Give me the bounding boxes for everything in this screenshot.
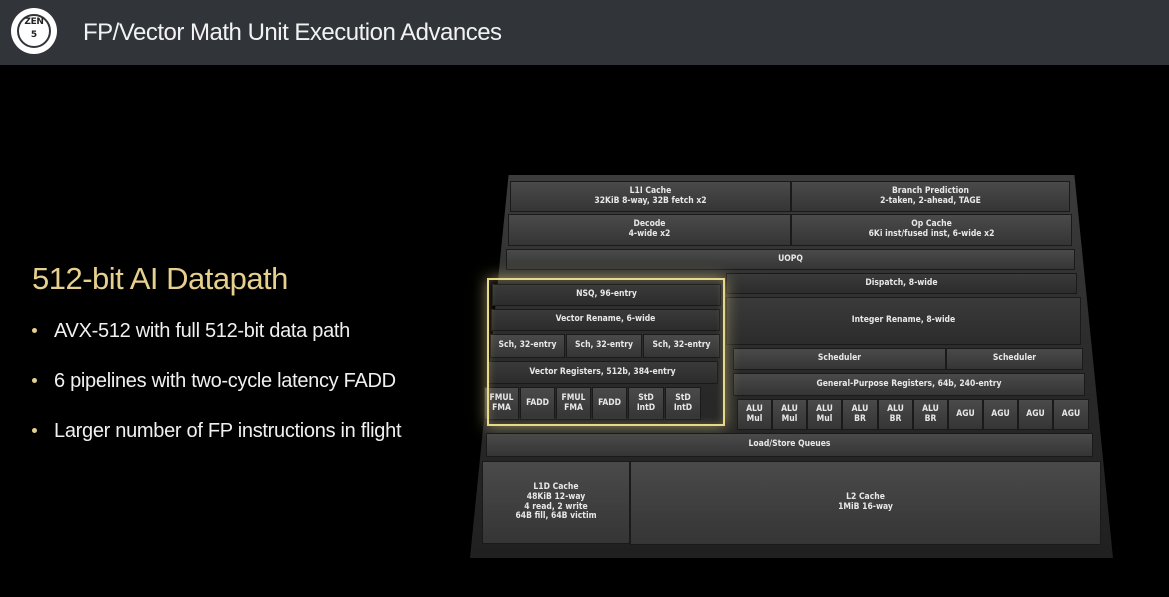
alu-br-unit: ALU BR [878, 399, 913, 430]
block-sublabel: 32KiB 8-way, 32B fetch x2 [594, 195, 707, 206]
agu-unit: AGU [1018, 399, 1053, 430]
unit-label: AGU [956, 408, 975, 419]
gp-registers-block: General-Purpose Registers, 64b, 240-entr… [733, 373, 1085, 396]
agu-unit: AGU [983, 399, 1018, 430]
section-heading: 512-bit AI Datapath [32, 261, 288, 296]
unit-label: AGU [991, 408, 1010, 419]
alu-br-unit: ALU BR [842, 399, 878, 430]
bullet-dot-icon [32, 428, 37, 433]
bullet-item: Larger number of FP instructions in flig… [32, 420, 402, 470]
unit-sublabel: BR [854, 413, 866, 424]
l1i-cache-block: L1I Cache 32KiB 8-way, 32B fetch x2 [510, 181, 791, 212]
unit-label: AGU [1026, 408, 1045, 419]
branch-prediction-block: Branch Prediction 2-taken, 2-ahead, TAGE [791, 181, 1070, 212]
block-sublabel: 64B fill, 64B victim [515, 511, 597, 522]
agu-unit: AGU [948, 399, 983, 430]
logo-number: 5 [30, 30, 38, 40]
block-sublabel: 4-wide x2 [628, 229, 671, 239]
decode-block: Decode 4-wide x2 [508, 214, 791, 246]
agu-unit: AGU [1053, 399, 1089, 430]
block-sublabel: 6Ki inst/fused inst, 6-wide x2 [868, 229, 995, 239]
bullet-item: 6 pipelines with two-cycle latency FADD [32, 370, 401, 420]
alu-mul-unit: ALU Mul [772, 399, 807, 430]
alu-mul-unit: ALU Mul [807, 399, 842, 430]
block-sublabel: 2-taken, 2-ahead, TAGE [880, 195, 981, 206]
integer-rename-block: Integer Rename, 8-wide [726, 297, 1081, 345]
bullet-text: Larger number of FP instructions in flig… [54, 420, 402, 442]
load-store-queues-block: Load/Store Queues [486, 433, 1093, 457]
zen5-logo: ZEN 5 [11, 8, 57, 54]
scheduler-block-2: Scheduler [946, 348, 1083, 370]
unit-sublabel: Mul [781, 413, 798, 424]
bullet-text: 6 pipelines with two-cycle latency FADD [54, 370, 396, 392]
block-sublabel: 1MiB 16-way [838, 502, 893, 512]
fp-highlight-frame [487, 278, 725, 426]
l1d-cache-block: L1D Cache 48KiB 12-way 4 read, 2 write 6… [482, 461, 630, 544]
alu-mul-unit: ALU Mul [737, 399, 772, 430]
op-cache-block: Op Cache 6Ki inst/fused inst, 6-wide x2 [791, 214, 1072, 246]
scheduler-block-1: Scheduler [733, 348, 946, 370]
unit-sublabel: BR [889, 413, 902, 424]
logo-text: ZEN [24, 17, 44, 27]
bullet-dot-icon [32, 328, 37, 333]
bullet-dot-icon [32, 378, 37, 383]
bullet-text: AVX-512 with full 512-bit data path [54, 320, 350, 342]
l2-cache-block: L2 Cache 1MiB 16-way [630, 461, 1101, 545]
unit-sublabel: Mul [816, 413, 833, 424]
alu-br-unit: ALU BR [913, 399, 948, 430]
bullet-list: AVX-512 with full 512-bit data path 6 pi… [32, 320, 402, 470]
unit-sublabel: Mul [746, 413, 763, 424]
unit-label: AGU [1061, 408, 1081, 419]
page-title: FP/Vector Math Unit Execution Advances [83, 19, 502, 46]
unit-sublabel: BR [924, 413, 937, 424]
uopq-block: UOPQ [506, 249, 1075, 270]
dispatch-block: Dispatch, 8-wide [726, 273, 1077, 294]
header-bar: ZEN 5 FP/Vector Math Unit Execution Adva… [0, 0, 1169, 65]
bullet-item: AVX-512 with full 512-bit data path [32, 320, 401, 370]
